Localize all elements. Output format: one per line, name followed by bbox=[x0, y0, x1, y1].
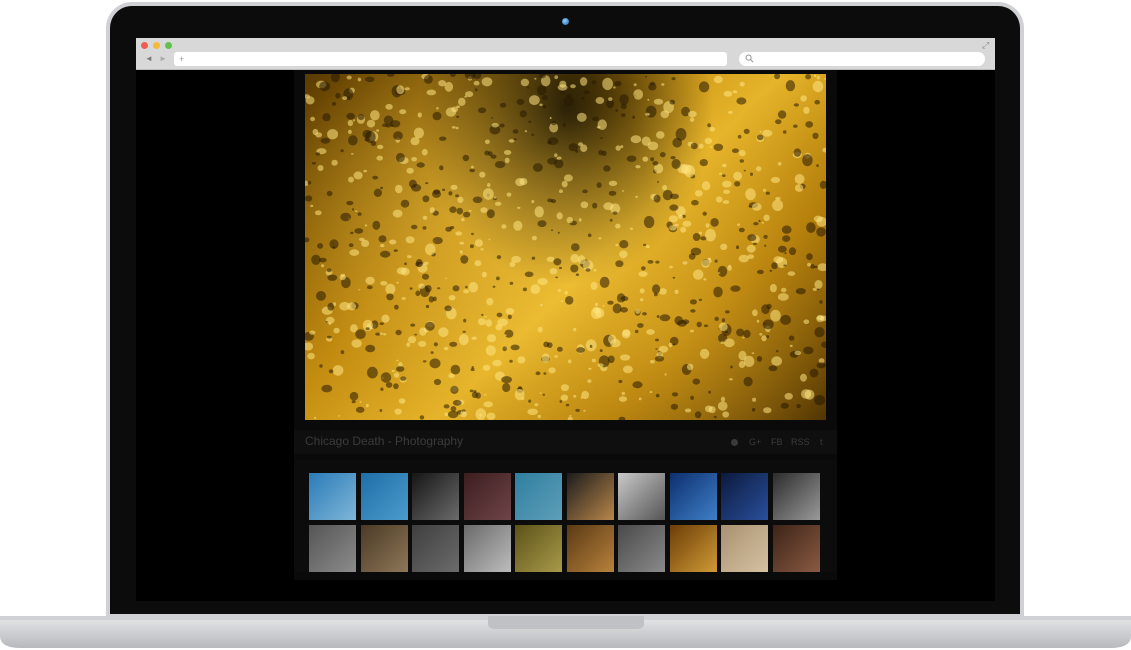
thumbnail-red-texture[interactable] bbox=[463, 473, 511, 520]
thumbnail-teal-horizon[interactable] bbox=[515, 473, 562, 520]
browser-search-input[interactable] bbox=[739, 52, 985, 66]
facebook-link[interactable]: FB bbox=[771, 436, 783, 448]
web-page: Chicago Death - Photography G+ FB RSS t bbox=[136, 70, 995, 601]
google-plus-link[interactable]: G+ bbox=[749, 436, 761, 448]
thumbnail-blue-sky[interactable] bbox=[360, 473, 408, 520]
thumbnail-yellow-stripes[interactable] bbox=[515, 525, 562, 572]
thumbnail-blue-column[interactable] bbox=[721, 473, 768, 520]
thumbnail-wind-turbine[interactable] bbox=[309, 473, 356, 520]
thumbnail-grey-surface[interactable] bbox=[412, 525, 459, 572]
thumbnail-grey-slats[interactable] bbox=[618, 525, 665, 572]
thumbnail-blue-light[interactable] bbox=[669, 473, 717, 520]
gallery-container: Chicago Death - Photography G+ FB RSS t bbox=[294, 70, 837, 580]
thumbnail-spiral-pattern[interactable] bbox=[772, 473, 820, 520]
thumbnail-grid bbox=[294, 460, 837, 572]
minimize-window-button[interactable] bbox=[153, 42, 160, 49]
laptop-mockup: ◄ ► + ⤢ Chicago Death - Photography G+ F… bbox=[0, 0, 1131, 650]
thumbnail-striped-metal[interactable] bbox=[463, 525, 511, 572]
thumbnail-bokeh-lights[interactable] bbox=[412, 473, 459, 520]
site-title[interactable]: Chicago Death - Photography bbox=[305, 434, 463, 448]
forward-arrow-icon[interactable]: ► bbox=[156, 53, 170, 65]
gallery-title-bar: Chicago Death - Photography G+ FB RSS t bbox=[294, 430, 837, 454]
thumbnail-brown-weave[interactable] bbox=[772, 525, 820, 572]
thumbnail-grey-waves[interactable] bbox=[309, 525, 356, 572]
water-droplets-pattern bbox=[305, 74, 826, 420]
featured-photo[interactable] bbox=[305, 74, 826, 420]
thumbnail-sand-texture[interactable] bbox=[360, 525, 408, 572]
thumbnail-wood-slats[interactable] bbox=[566, 525, 614, 572]
thumbnail-beige-wall[interactable] bbox=[721, 525, 768, 572]
thumbnail-window-frame[interactable] bbox=[566, 473, 614, 520]
share-dot-icon[interactable] bbox=[731, 439, 738, 446]
maximize-window-button[interactable] bbox=[165, 42, 172, 49]
close-window-button[interactable] bbox=[141, 42, 148, 49]
thumbnail-power-lines[interactable] bbox=[618, 473, 665, 520]
new-tab-plus-icon: + bbox=[179, 54, 185, 64]
laptop-screen: ◄ ► + ⤢ Chicago Death - Photography G+ F… bbox=[136, 38, 995, 601]
thumbnail-amber-glass[interactable] bbox=[669, 525, 717, 572]
webcam-icon bbox=[562, 18, 569, 25]
browser-toolbar: ◄ ► + ⤢ bbox=[136, 38, 995, 70]
rss-link[interactable]: RSS bbox=[791, 436, 810, 448]
search-icon bbox=[745, 54, 754, 63]
back-arrow-icon[interactable]: ◄ bbox=[142, 53, 156, 65]
fullscreen-expand-icon[interactable]: ⤢ bbox=[982, 41, 991, 50]
tumblr-link[interactable]: t bbox=[820, 436, 823, 448]
address-bar[interactable]: + bbox=[174, 52, 727, 66]
